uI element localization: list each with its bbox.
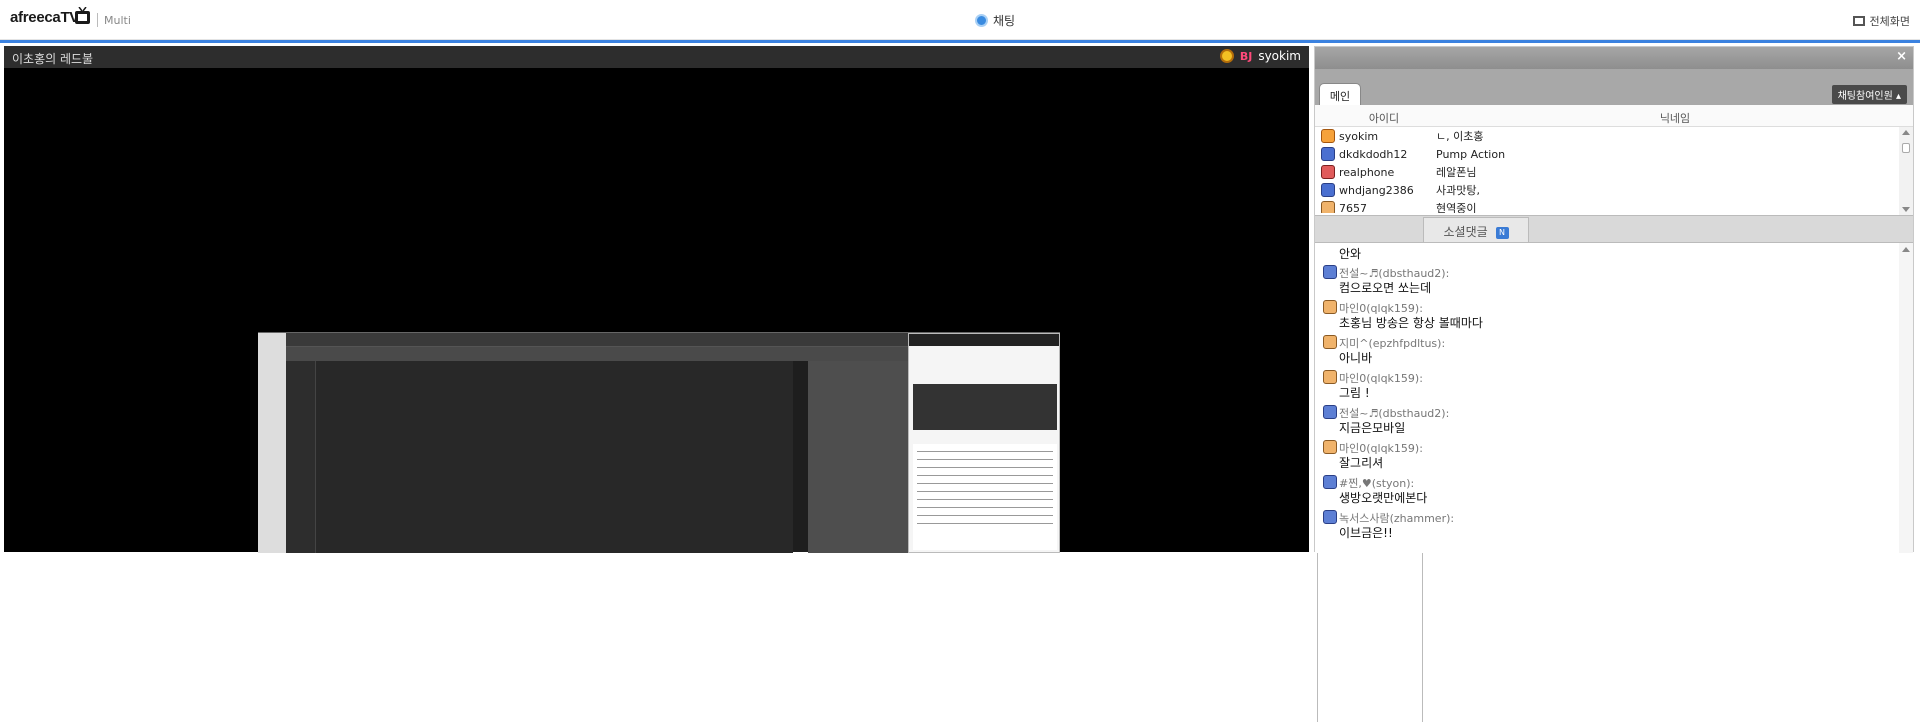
user-id: syokim — [1339, 129, 1379, 143]
video-app-menubar — [258, 333, 908, 347]
user-nick: 사과맛탕, — [1436, 184, 1480, 197]
bj-label: BJ — [1239, 49, 1253, 63]
user-nick: Pump Action — [1436, 147, 1506, 161]
user-avatar-icon — [1321, 129, 1335, 143]
user-row[interactable]: whdjang2386 사과맛탕, — [1315, 181, 1913, 199]
user-row[interactable]: syokim ㄴ, 이초홍 — [1315, 127, 1913, 145]
chat-toggle[interactable]: 채팅 — [975, 12, 1015, 29]
video-mini-window — [908, 333, 1060, 553]
side-panel: × 메인 채팅참여인원 ▴ 아이디 닉네임 syokim ㄴ, 이초홍 dkdkdo… — [1314, 46, 1914, 722]
chat-message: 전설~♬(dbsthaud2): 지금은모바일 — [1315, 401, 1913, 436]
video-player[interactable]: 이초홍의 레드불 BJ syokim — [4, 46, 1309, 553]
chatter-avatar-icon — [1323, 335, 1337, 349]
user-id: dkdkdodh12 — [1339, 147, 1408, 161]
video-app-optionsbar — [258, 347, 908, 361]
user-id: 7657 — [1339, 201, 1367, 214]
video-canvas-area — [288, 361, 793, 553]
chat-message-text: 지금은모바일 — [1339, 421, 1406, 435]
logo-divider — [97, 13, 98, 27]
chatter-avatar-icon — [1323, 405, 1337, 419]
chat-message: 마인0(qlqk159): 그림 ! — [1315, 366, 1913, 401]
user-nick: ㄴ, 이초홍 — [1436, 130, 1484, 143]
user-row[interactable]: dkdkdodh12 Pump Action — [1315, 145, 1913, 163]
chat-dot-icon — [975, 14, 988, 27]
user-row[interactable]: 7657 현역중이 — [1315, 199, 1913, 213]
video-side-panel — [808, 361, 908, 553]
tab-main[interactable]: 메인 — [1319, 83, 1361, 105]
user-rows: syokim ㄴ, 이초홍 dkdkdodh12 Pump Action realpho… — [1315, 127, 1913, 213]
chat-message-text: 아니바 — [1339, 351, 1373, 365]
afreecatv-logo[interactable]: afreecaTV — [10, 9, 79, 26]
bj-badge-icon — [1219, 49, 1234, 63]
chat-message: #찐,♥(styon): 생방오랫만에본다 — [1315, 471, 1913, 506]
player-header: 이초홍의 레드불 BJ syokim — [4, 46, 1309, 68]
stream-video-frame — [258, 332, 1060, 553]
chat-scrollbar[interactable] — [1899, 243, 1913, 553]
user-id: whdjang2386 — [1339, 183, 1414, 197]
chat-message: 마인0(qlqk159): 잘그리셔 — [1315, 436, 1913, 471]
participants-button[interactable]: 채팅참여인원 ▴ — [1831, 85, 1907, 104]
video-left-strip — [258, 333, 286, 553]
chat-message-text: 초홍님 방송은 항상 볼때마다 — [1339, 316, 1483, 330]
user-avatar-icon — [1321, 183, 1335, 197]
video-mini-chat — [913, 444, 1057, 550]
chat-message-text: 이브금은!! — [1339, 526, 1393, 540]
top-bar: afreecaTV Multi 채팅 전체화면 — [0, 0, 1920, 40]
user-id: realphone — [1339, 165, 1395, 179]
chat-log: 안와 전설~♬(dbsthaud2): 컴으로오면 쏘는데 마인0(qlqk159)… — [1315, 243, 1913, 553]
col-nick-header[interactable]: 닉네임 — [1453, 105, 1913, 126]
chat-message: 전설~♬(dbsthaud2): 컴으로오면 쏘는데 — [1315, 261, 1913, 296]
chat-message-text: 그림 ! — [1339, 386, 1370, 400]
user-avatar-icon — [1321, 147, 1335, 161]
fullscreen-label: 전체화면 — [1869, 15, 1910, 28]
chat-message-text: 잘그리셔 — [1339, 456, 1384, 470]
user-avatar-icon — [1321, 201, 1335, 213]
top-accent-line — [0, 40, 1920, 43]
video-mini-list — [913, 384, 1057, 430]
chat-message-text: 컴으로오면 쏘는데 — [1339, 281, 1432, 295]
video-toolbox — [286, 361, 316, 553]
bj-name: syokim — [1258, 49, 1301, 63]
user-list-header: 아이디 닉네임 — [1315, 105, 1913, 127]
scroll-thumb[interactable] — [1902, 143, 1910, 153]
chat-message: 안와 — [1315, 243, 1913, 261]
bj-info[interactable]: BJ syokim — [1219, 49, 1301, 63]
chat-messages: 전설~♬(dbsthaud2): 컴으로오면 쏘는데 마인0(qlqk159): 초홍… — [1315, 261, 1913, 541]
chat-message: 마인0(qlqk159): 초홍님 방송은 항상 볼때마다 — [1315, 296, 1913, 331]
chatter-avatar-icon — [1323, 475, 1337, 489]
fullscreen-button[interactable]: 전체화면 — [1852, 13, 1910, 29]
fullscreen-icon — [1852, 16, 1865, 26]
chat-message: 녹서스사람(zhammer): 이브금은!! — [1315, 506, 1913, 541]
user-list: 아이디 닉네임 syokim ㄴ, 이초홍 dkdkdodh12 Pump Actio… — [1315, 105, 1913, 215]
user-avatar-icon — [1321, 165, 1335, 179]
chat-message: 지미^(epzhfpdltus): 아니바 — [1315, 331, 1913, 366]
side-panel-titlebar: × — [1315, 47, 1913, 69]
chat-message-text: 생방오랫만에본다 — [1339, 491, 1428, 505]
chatter-avatar-icon — [1323, 510, 1337, 524]
tab-social-comments[interactable]: 소셜댓글 N — [1423, 217, 1529, 243]
chatter-avatar-icon — [1323, 440, 1337, 454]
new-badge: N — [1495, 227, 1509, 239]
tv-logo-icon — [75, 7, 90, 24]
col-id-header[interactable]: 아이디 — [1315, 105, 1453, 126]
chat-toggle-label: 채팅 — [993, 14, 1016, 28]
user-nick: 현역중이 — [1436, 202, 1477, 213]
user-list-scrollbar[interactable] — [1899, 127, 1913, 215]
side-panel-tabs: 메인 채팅참여인원 ▴ — [1315, 69, 1913, 105]
chatter-avatar-icon — [1323, 265, 1337, 279]
broadcast-title: 이초홍의 레드불 — [12, 52, 94, 66]
video-mini-titlebar — [909, 334, 1059, 346]
chat-tabs: 채팅 소셜댓글 N — [1315, 215, 1913, 722]
tab-social-label: 소셜댓글 — [1443, 225, 1488, 239]
scroll-up-icon[interactable] — [1902, 247, 1910, 252]
chatter-avatar-icon — [1323, 370, 1337, 384]
user-nick: 레알폰님 — [1436, 166, 1477, 179]
user-row[interactable]: realphone 레알폰님 — [1315, 163, 1913, 181]
scroll-down-icon[interactable] — [1902, 207, 1910, 212]
chat-message-text: 안와 — [1339, 247, 1362, 261]
multi-label: Multi — [104, 14, 131, 27]
chatter-avatar-icon — [1323, 300, 1337, 314]
close-icon[interactable]: × — [1896, 49, 1907, 64]
scroll-up-icon[interactable] — [1902, 130, 1910, 135]
